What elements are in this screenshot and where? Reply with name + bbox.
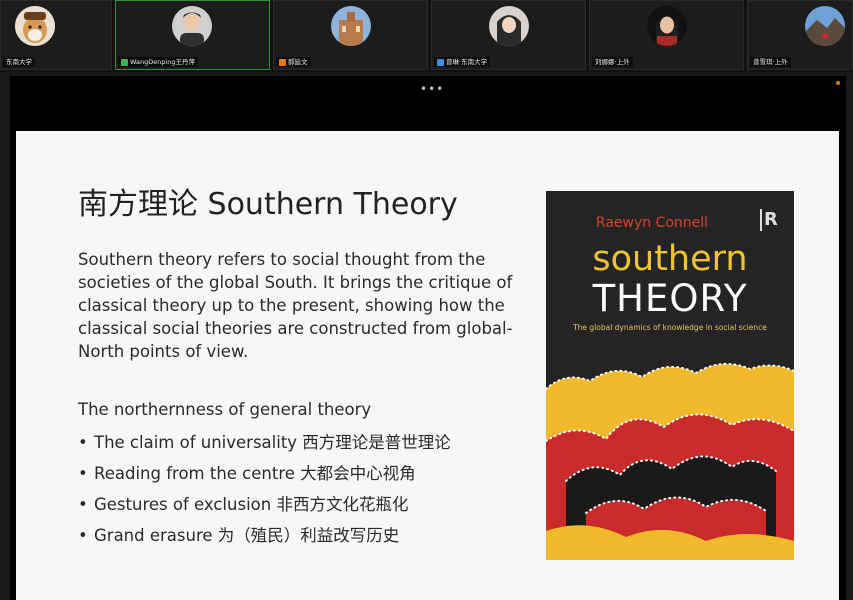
book-cover-image: Raewyn Connell R southern THEORY The glo… xyxy=(546,191,794,560)
presentation-slide: 南方理论 Southern Theory Southern theory ref… xyxy=(16,131,839,600)
participant-name: 曾雪琪·上外 xyxy=(750,57,791,67)
participant-name: 刘娜娜·上外 xyxy=(592,57,633,67)
participant-tile[interactable]: 郝延文 xyxy=(273,0,428,70)
more-options-icon[interactable]: ••• xyxy=(420,82,444,96)
list-item: • Gestures of exclusion 非西方文化花瓶化 xyxy=(78,489,451,520)
person-avatar xyxy=(647,6,687,46)
participant-name: WangDenping王丹萍 xyxy=(118,57,199,67)
book-title-line1: southern xyxy=(592,239,748,279)
slide-title: 南方理论 Southern Theory xyxy=(78,187,458,222)
participant-tile[interactable]: 刘娜娜·上外 xyxy=(589,0,744,70)
microphone-icon xyxy=(121,58,128,66)
share-toolbar: ••• xyxy=(10,76,846,130)
person-avatar xyxy=(489,6,529,46)
screen-share-area: ••• 南方理论 Southern Theory Southern theory… xyxy=(10,76,846,600)
bullet-icon: • xyxy=(78,433,88,452)
landscape-avatar xyxy=(805,6,845,46)
publisher-logo-icon: R xyxy=(760,209,778,231)
bullet-icon: • xyxy=(78,464,88,483)
participant-tile[interactable]: 曾雪琪·上外 xyxy=(747,0,853,70)
video-off-icon xyxy=(279,58,286,66)
dog-avatar xyxy=(15,6,55,46)
bullet-icon: • xyxy=(78,495,88,514)
list-item: • The claim of universality 西方理论是普世理论 xyxy=(78,427,451,458)
participant-tile-active-speaker[interactable]: WangDenping王丹萍 xyxy=(115,0,270,70)
person-avatar xyxy=(172,6,212,46)
recording-indicator-icon xyxy=(836,81,840,85)
participant-tile[interactable]: 曾琳·东南大学 xyxy=(431,0,586,70)
list-item: • Reading from the centre 大都会中心视角 xyxy=(78,458,451,489)
user-icon xyxy=(437,58,444,66)
book-author: Raewyn Connell xyxy=(595,215,709,231)
slide-subheading: The northernness of general theory xyxy=(78,400,372,419)
slide-paragraph: Southern theory refers to social thought… xyxy=(78,250,513,361)
aboriginal-art-pattern-icon xyxy=(546,362,794,560)
participant-tile[interactable]: 东南大学 xyxy=(0,0,112,70)
building-avatar xyxy=(331,6,371,46)
slide-bullet-list: • The claim of universality 西方理论是普世理论 • Re… xyxy=(78,427,451,551)
bullet-icon: • xyxy=(78,526,88,545)
participant-name: 曾琳·东南大学 xyxy=(434,57,491,67)
participant-name: 东南大学 xyxy=(3,57,35,67)
participant-strip: 东南大学 WangDenping王丹萍 郝延文 曾琳·东南大学 刘娜娜·上外 曾… xyxy=(0,0,853,72)
list-item: • Grand erasure 为（殖民）利益改写历史 xyxy=(78,520,451,551)
book-tagline: The global dynamics of knowledge in soci… xyxy=(573,323,767,332)
book-title-line2: THEORY xyxy=(592,277,748,320)
participant-name: 郝延文 xyxy=(276,57,311,67)
